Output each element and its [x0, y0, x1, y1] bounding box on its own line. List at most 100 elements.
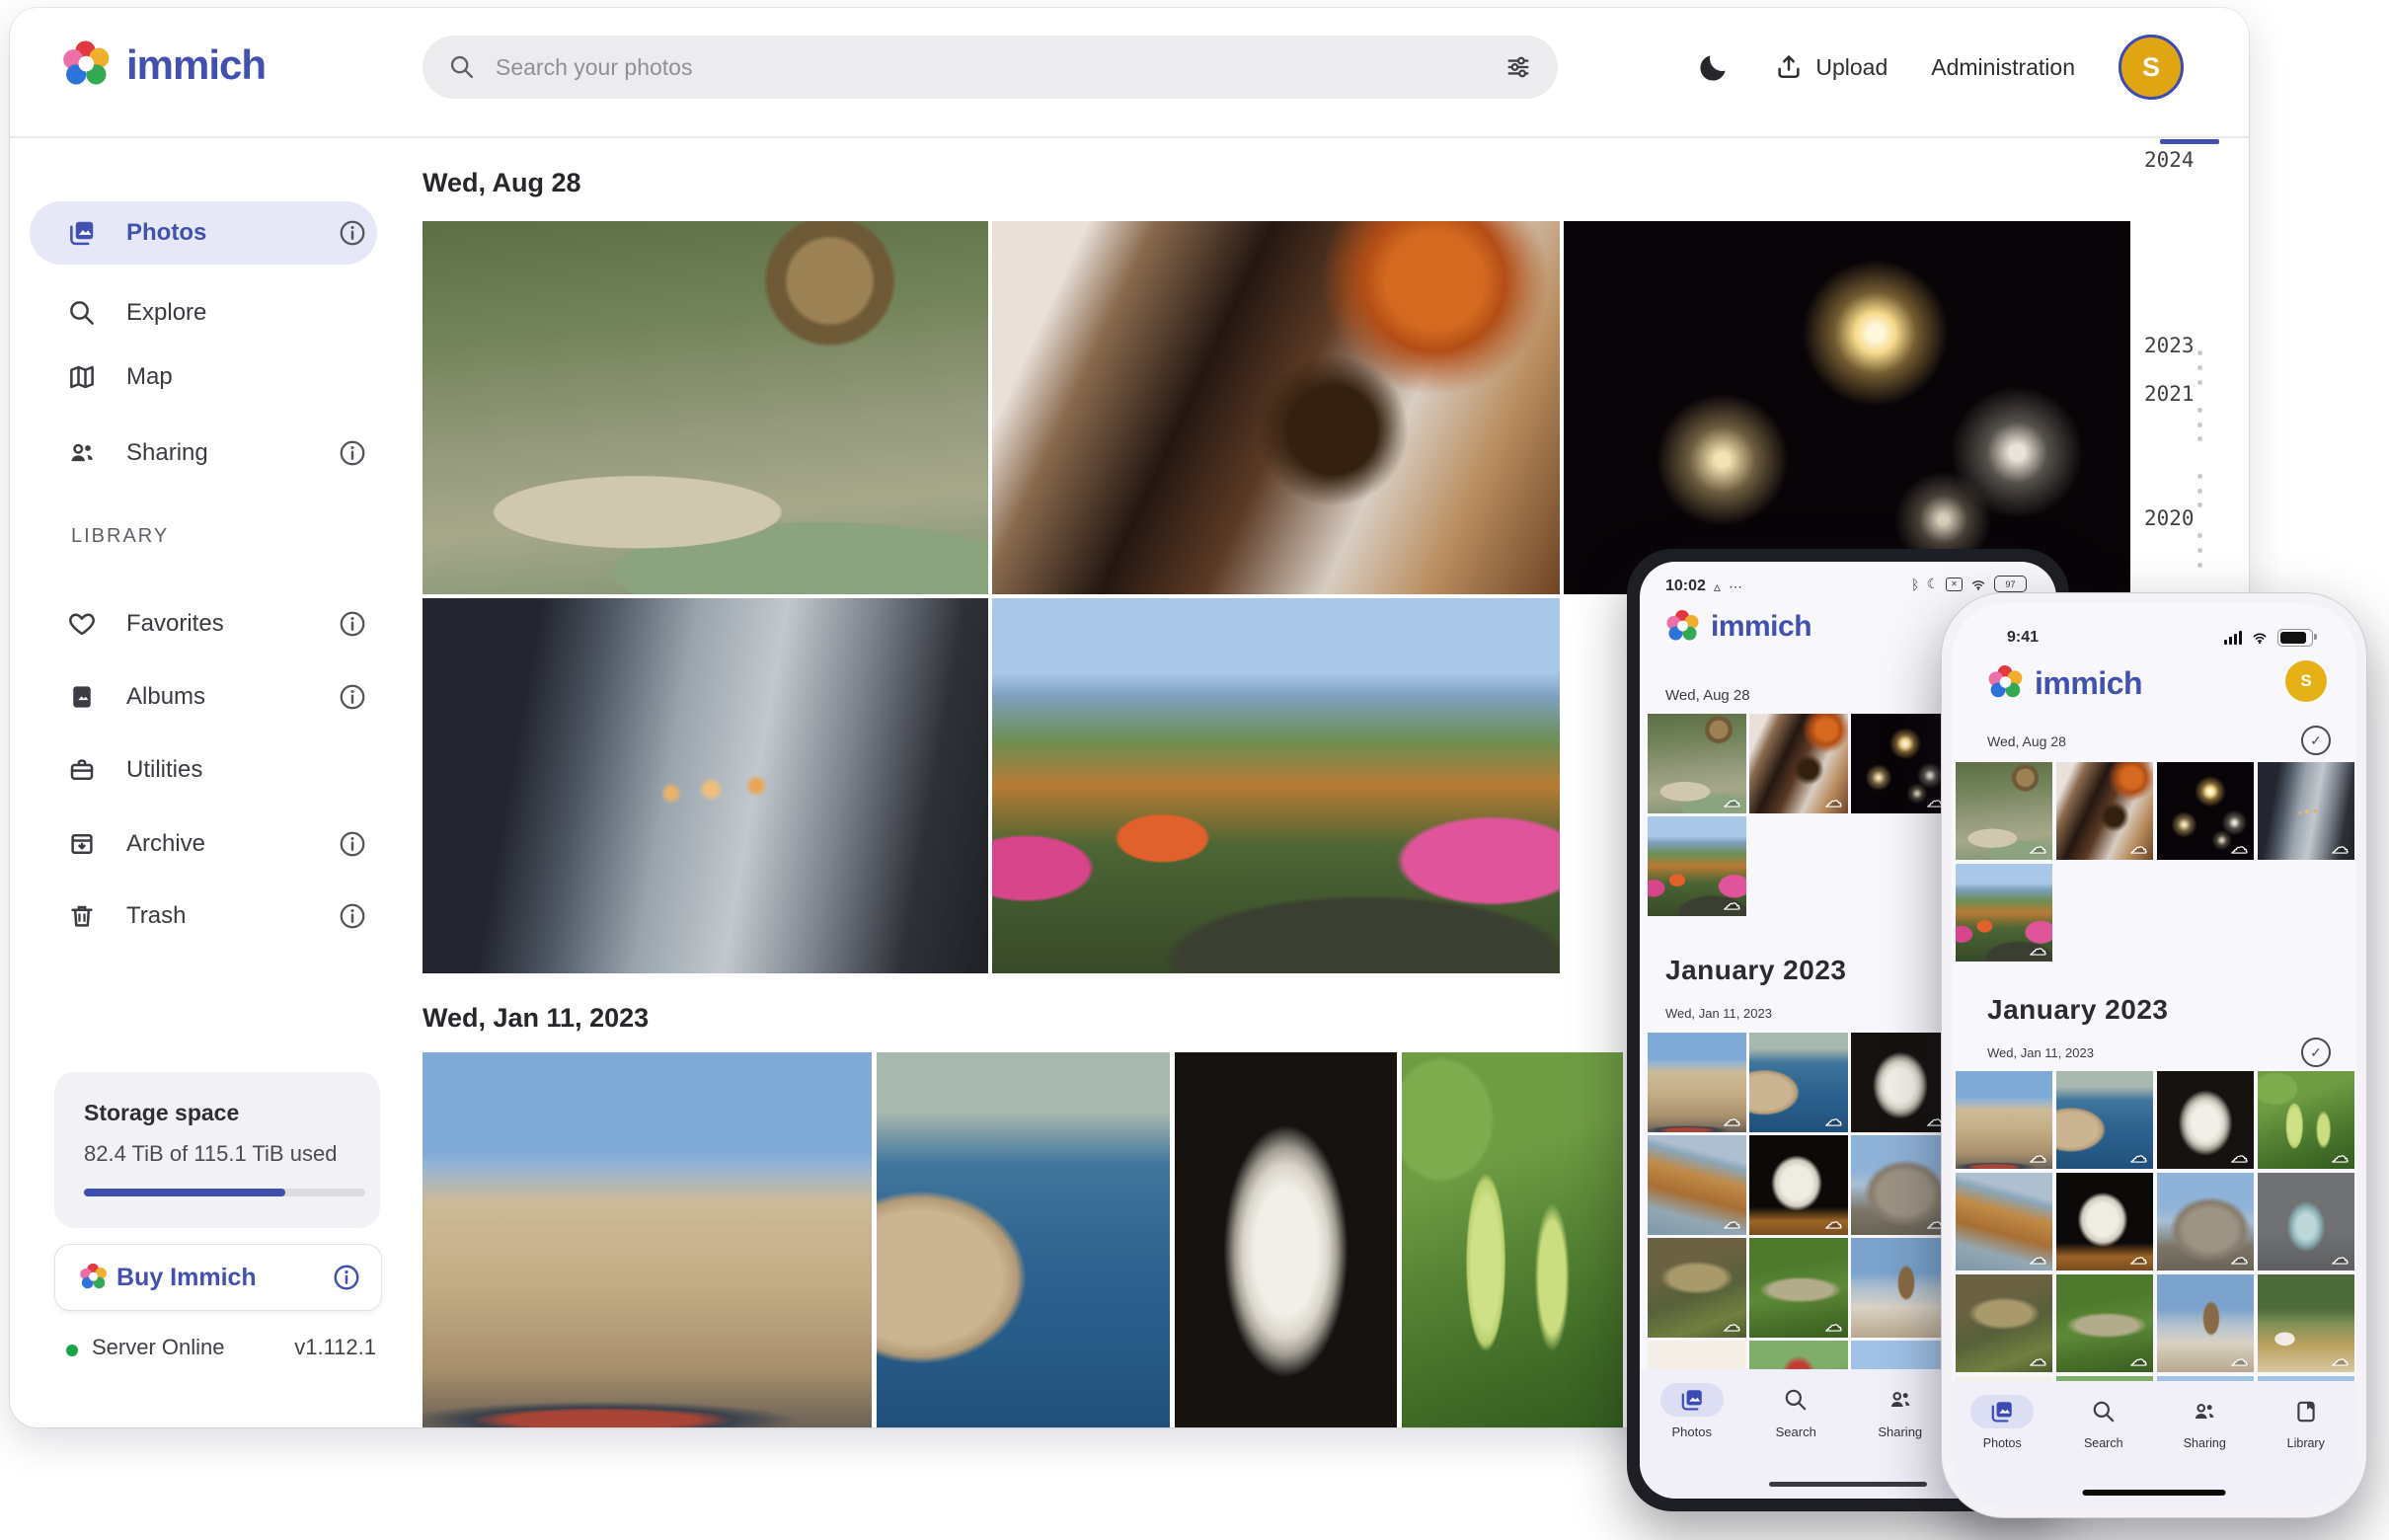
sidebar-label: Favorites [126, 610, 224, 638]
photo-thumbnail[interactable] [2157, 1071, 2254, 1169]
home-indicator[interactable] [2083, 1490, 2226, 1496]
sidebar-item-photos[interactable]: Photos [30, 201, 377, 265]
photo-thumbnail[interactable] [2056, 1071, 2153, 1169]
photo-thumbnail[interactable] [1851, 1238, 1950, 1338]
nav-tab-photos[interactable]: Photos [1660, 1383, 1724, 1439]
photo-thumbnail[interactable] [1648, 816, 1746, 916]
nav-label: Sharing [1878, 1424, 1922, 1439]
select-all-check-icon[interactable] [2301, 1038, 2331, 1067]
nav-tab-photos[interactable]: Photos [1970, 1395, 2034, 1450]
photo-thumbnail[interactable] [423, 1052, 872, 1427]
explore-search-icon [67, 298, 97, 328]
home-indicator[interactable] [1769, 1482, 1927, 1487]
status-time: 10:02 [1665, 578, 1706, 595]
photo-thumbnail[interactable] [1956, 1071, 2052, 1169]
photo-thumbnail[interactable] [2258, 1274, 2354, 1372]
upload-button[interactable]: Upload [1774, 52, 1888, 82]
photo-thumbnail[interactable] [1749, 714, 1848, 813]
photo-thumbnail[interactable] [423, 221, 988, 594]
sidebar-item-explore[interactable]: Explore [30, 281, 377, 345]
immich-flower-icon [1665, 609, 1701, 645]
nav-tab-sharing[interactable]: Sharing [1869, 1383, 1932, 1439]
map-icon [67, 362, 97, 392]
photo-thumbnail[interactable] [1564, 221, 2130, 594]
date-group-header: Wed, Jan 11, 2023 [1987, 1045, 2094, 1060]
scrubber-tick [2197, 489, 2202, 494]
cellular-signal-icon [2224, 631, 2243, 645]
photo-thumbnail[interactable] [1648, 1238, 1746, 1338]
photo-thumbnail[interactable] [1956, 1173, 2052, 1270]
photo-thumbnail[interactable] [2258, 762, 2354, 860]
brand-wordmark: immich [1711, 610, 1811, 644]
nav-tab-library[interactable]: Library [2274, 1395, 2338, 1450]
photo-thumbnail[interactable] [1956, 762, 2052, 860]
photo-thumbnail[interactable] [1648, 714, 1746, 813]
photo-thumbnail[interactable] [1749, 1135, 1848, 1235]
photo-thumbnail[interactable] [1749, 1033, 1848, 1132]
photo-thumbnail[interactable] [2258, 1071, 2354, 1169]
photo-thumbnail[interactable] [2056, 1173, 2153, 1270]
scrubber-tick [2197, 365, 2202, 370]
sidebar-item-favorites[interactable]: Favorites [30, 592, 377, 655]
scrubber-year[interactable]: 2021 [2144, 382, 2195, 406]
photo-thumbnail[interactable] [2258, 1173, 2354, 1270]
sidebar-item-archive[interactable]: Archive [30, 812, 377, 876]
info-icon[interactable] [338, 901, 367, 931]
photo-thumbnail[interactable] [1749, 1238, 1848, 1338]
photo-thumbnail[interactable] [1648, 1135, 1746, 1235]
photo-thumbnail[interactable] [877, 1052, 1170, 1427]
sidebar-item-trash[interactable]: Trash [30, 885, 377, 948]
people-icon [67, 438, 97, 468]
photo-thumbnail[interactable] [992, 221, 1560, 594]
search-input[interactable]: Search your photos [423, 36, 1558, 99]
photo-thumbnail[interactable] [1851, 1033, 1950, 1132]
info-icon[interactable] [332, 1263, 361, 1292]
scrubber-tick [2197, 533, 2202, 538]
info-icon[interactable] [338, 218, 367, 248]
photo-thumbnail[interactable] [423, 598, 988, 973]
administration-link[interactable]: Administration [1931, 54, 2075, 81]
info-icon[interactable] [338, 682, 367, 712]
photo-thumbnail[interactable] [992, 598, 1560, 973]
select-all-check-icon[interactable] [2301, 726, 2331, 755]
scrubber-year[interactable]: 2023 [2144, 334, 2195, 357]
photo-thumbnail[interactable] [1648, 1033, 1746, 1132]
photo-thumbnail[interactable] [1402, 1052, 1623, 1427]
photo-thumbnail[interactable] [1175, 1052, 1397, 1427]
date-group-header: Wed, Aug 28 [1665, 687, 1750, 704]
photo-thumbnail[interactable] [2157, 1274, 2254, 1372]
scrubber-year[interactable]: 2020 [2144, 506, 2195, 530]
scrubber-tick [2197, 548, 2202, 553]
cloud-backup-icon [2027, 1245, 2052, 1270]
notification-icon: ▵ [1714, 578, 1721, 595]
photo-grid [1956, 762, 2354, 962]
nav-tab-search[interactable]: Search [2072, 1395, 2135, 1450]
photo-thumbnail[interactable] [1956, 864, 2052, 962]
user-avatar[interactable]: S [2119, 35, 2184, 100]
photo-thumbnail[interactable] [2157, 762, 2254, 860]
nav-tab-sharing[interactable]: Sharing [2173, 1395, 2236, 1450]
buy-immich-button[interactable]: Buy Immich [54, 1244, 382, 1311]
sidebar-item-sharing[interactable]: Sharing [30, 422, 377, 485]
photo-thumbnail[interactable] [1956, 1274, 2052, 1372]
sidebar-item-albums[interactable]: Albums [30, 665, 377, 729]
immich-logo: immich [1987, 664, 2142, 702]
search-filter-icon[interactable] [1504, 53, 1532, 81]
photo-thumbnail[interactable] [2157, 1173, 2254, 1270]
photo-thumbnail[interactable] [1851, 714, 1950, 813]
dark-mode-moon-icon[interactable] [1697, 50, 1731, 84]
info-icon[interactable] [338, 609, 367, 639]
scrubber-year[interactable]: 2024 [2144, 148, 2195, 172]
photo-thumbnail[interactable] [1851, 1135, 1950, 1235]
photo-thumbnail[interactable] [2056, 762, 2153, 860]
info-icon[interactable] [338, 829, 367, 859]
scrubber-position-indicator[interactable] [2160, 139, 2219, 144]
immich-logo[interactable]: immich [61, 39, 266, 91]
photo-thumbnail[interactable] [2056, 1274, 2153, 1372]
sidebar-item-map[interactable]: Map [30, 346, 377, 409]
nav-tab-search[interactable]: Search [1764, 1383, 1827, 1439]
user-avatar[interactable]: S [2285, 660, 2327, 702]
info-icon[interactable] [338, 438, 367, 468]
sidebar-item-utilities[interactable]: Utilities [30, 738, 377, 802]
sidebar-label: Sharing [126, 439, 208, 467]
